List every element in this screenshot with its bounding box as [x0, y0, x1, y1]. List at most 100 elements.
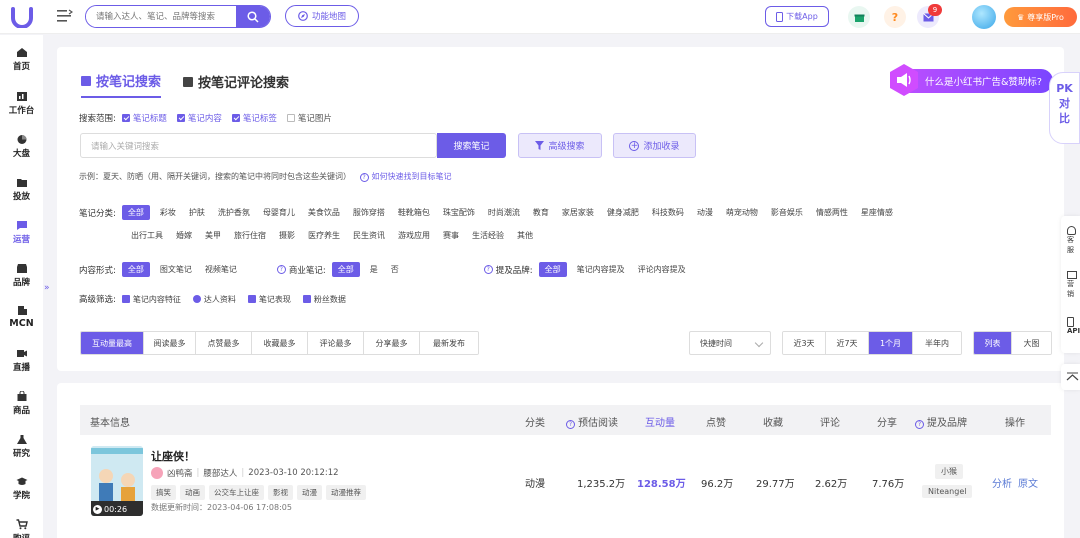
category-chip[interactable]: 珠宝配饰: [443, 207, 475, 218]
category-chip[interactable]: 婚嫁: [176, 230, 192, 241]
expand-sidebar-icon[interactable]: »: [44, 283, 56, 297]
customer-service-button[interactable]: 客服: [1067, 226, 1080, 255]
quick-time-select[interactable]: 快捷时间: [689, 331, 771, 355]
sidebar-item-buy[interactable]: 购评: [0, 519, 43, 538]
back-to-top-button[interactable]: [1061, 364, 1080, 390]
commercial-chip[interactable]: 否: [391, 264, 399, 275]
sort-collects[interactable]: 收藏最多: [252, 332, 308, 354]
api-button[interactable]: API: [1067, 317, 1080, 335]
category-chip[interactable]: 出行工具: [131, 230, 163, 241]
scope-checkbox-images[interactable]: 笔记图片: [286, 112, 332, 124]
menu-toggle-icon[interactable]: [57, 9, 73, 23]
th-comments[interactable]: 评论: [820, 414, 840, 429]
category-chip[interactable]: 科技数码: [652, 207, 684, 218]
filter-note-performance[interactable]: 笔记表现: [247, 294, 291, 305]
category-chip[interactable]: 游戏应用: [398, 230, 430, 241]
category-chip[interactable]: 医疗养生: [308, 230, 340, 241]
brand-tag[interactable]: 小猴: [935, 464, 963, 479]
brand-chip[interactable]: 笔记内容提及: [577, 264, 625, 275]
author-avatar[interactable]: [151, 467, 163, 479]
gift-button[interactable]: [848, 6, 870, 28]
target-note-help-link[interactable]: ? 如何快速找到目标笔记: [359, 172, 452, 182]
th-shares[interactable]: 分享: [877, 414, 897, 429]
sidebar-item-workbench[interactable]: 工作台: [0, 91, 43, 116]
pk-compare-button[interactable]: PK 对 比: [1049, 72, 1080, 144]
brand-chip[interactable]: 评论内容提及: [638, 264, 686, 275]
format-chip[interactable]: 全部: [121, 262, 150, 277]
sidebar-item-live[interactable]: 直播: [0, 348, 43, 373]
logo-icon[interactable]: [10, 6, 34, 28]
category-chip[interactable]: 旅行住宿: [234, 230, 266, 241]
sidebar-item-market[interactable]: 大盘: [0, 134, 43, 159]
sort-latest[interactable]: 最新发布: [420, 332, 478, 354]
th-likes[interactable]: 点赞: [706, 414, 726, 429]
category-chip[interactable]: 美食饮品: [308, 207, 340, 218]
category-chip[interactable]: 情感两性: [816, 207, 848, 218]
category-chip[interactable]: 洗护香氛: [218, 207, 250, 218]
sidebar-item-goods[interactable]: 商品: [0, 391, 43, 416]
global-search-button[interactable]: [236, 6, 270, 27]
th-est-read-group[interactable]: ? 预估阅读: [566, 414, 618, 429]
category-chip[interactable]: 赛事: [443, 230, 459, 241]
category-chip[interactable]: 彩妆: [160, 207, 176, 218]
category-chip[interactable]: 服饰穿搭: [353, 207, 385, 218]
scope-checkbox-content[interactable]: 笔记内容: [176, 112, 222, 124]
view-list[interactable]: 列表: [974, 332, 1012, 354]
category-chip[interactable]: 萌宠动物: [726, 207, 758, 218]
sidebar-item-mcn[interactable]: MCN: [0, 305, 43, 329]
category-chip[interactable]: 母婴育儿: [263, 207, 295, 218]
th-brand-group[interactable]: ? 提及品牌: [915, 414, 967, 429]
category-chip[interactable]: 健身减肥: [607, 207, 639, 218]
sidebar-item-academy[interactable]: 学院: [0, 476, 43, 501]
scope-checkbox-title[interactable]: 笔记标题: [121, 112, 167, 124]
filter-creator-profile[interactable]: 达人资料: [192, 294, 236, 305]
scope-checkbox-tags[interactable]: 笔记标签: [231, 112, 277, 124]
note-thumbnail[interactable]: ▶ 00:26: [91, 446, 143, 516]
original-link[interactable]: 原文: [1018, 475, 1038, 490]
filter-note-features[interactable]: 笔记内容特征: [121, 294, 181, 305]
sidebar-item-operation[interactable]: 运营: [0, 220, 43, 245]
range-1month[interactable]: 1个月: [869, 332, 913, 354]
note-title[interactable]: 让座侠！: [151, 448, 195, 464]
search-notes-button[interactable]: 搜索笔记: [437, 133, 506, 158]
sidebar-item-research[interactable]: 研究: [0, 434, 43, 459]
category-chip[interactable]: 家居家装: [562, 207, 594, 218]
author-name[interactable]: 凶鸭斋: [167, 467, 193, 479]
th-interaction[interactable]: 互动量: [645, 414, 675, 429]
sidebar-item-brand[interactable]: 品牌: [0, 263, 43, 288]
table-row[interactable]: ▶ 00:26 让座侠！ 凶鸭斋 | 腰部达人 | 2023-03-10 20:…: [80, 436, 1051, 524]
tab-search-notes[interactable]: 按笔记搜索: [81, 71, 162, 98]
sidebar-item-home[interactable]: 首页: [0, 47, 43, 72]
category-chip[interactable]: 全部: [121, 205, 150, 220]
category-chip[interactable]: 动漫: [697, 207, 713, 218]
category-chip[interactable]: 民生资讯: [353, 230, 385, 241]
filter-fan-data[interactable]: 粉丝数据: [302, 294, 346, 305]
sort-shares[interactable]: 分享最多: [364, 332, 420, 354]
download-app-button[interactable]: 下载App: [765, 6, 829, 27]
category-chip[interactable]: 摄影: [279, 230, 295, 241]
commercial-chip[interactable]: 是: [370, 264, 378, 275]
question-icon[interactable]: ?: [276, 265, 286, 274]
sidebar-item-ads[interactable]: 投放: [0, 177, 43, 202]
category-chip[interactable]: 教育: [533, 207, 549, 218]
marketing-button[interactable]: 营销: [1067, 271, 1080, 299]
category-chip[interactable]: 美甲: [205, 230, 221, 241]
th-collects[interactable]: 收藏: [763, 414, 783, 429]
global-search-input[interactable]: [86, 6, 236, 27]
user-avatar[interactable]: [972, 5, 996, 29]
keyword-input[interactable]: 请输入关键词搜索: [80, 133, 437, 158]
category-chip[interactable]: 影音娱乐: [771, 207, 803, 218]
analyze-link[interactable]: 分析: [992, 475, 1012, 490]
sort-likes[interactable]: 点赞最多: [196, 332, 252, 354]
category-chip[interactable]: 鞋靴箱包: [398, 207, 430, 218]
question-icon[interactable]: ?: [483, 265, 493, 274]
sort-comments[interactable]: 评论最多: [308, 332, 364, 354]
help-button[interactable]: ?: [884, 6, 906, 28]
sort-reads[interactable]: 阅读最多: [144, 332, 196, 354]
category-chip[interactable]: 其他: [517, 230, 533, 241]
advanced-search-button[interactable]: 高级搜索: [518, 133, 602, 158]
category-chip[interactable]: 星座情感: [861, 207, 893, 218]
category-chip[interactable]: 生活经验: [472, 230, 504, 241]
brand-chip[interactable]: 全部: [538, 262, 567, 277]
tab-search-comments[interactable]: 按笔记评论搜索: [183, 71, 289, 98]
